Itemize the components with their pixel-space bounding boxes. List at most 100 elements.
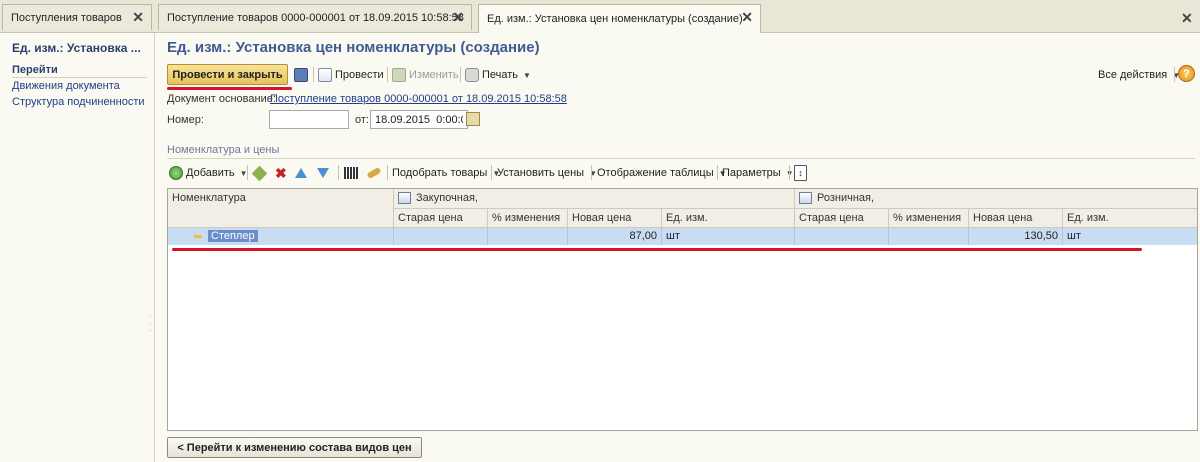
item-name: Степлер [208,230,258,242]
row-height-button[interactable]: ↕ [794,164,807,182]
delete-row-button[interactable]: ✖ [275,164,287,182]
clear-button[interactable] [366,164,382,182]
nav-title: Ед. изм.: Установка ... [12,41,141,55]
arrow-down-icon [317,168,329,178]
table-view-label: Отображение таблицы [597,167,714,179]
item-marker-icon [194,234,202,238]
tab-bar: Поступления товаров ✕ Поступление товаро… [0,0,1200,33]
add-label: Добавить [186,167,235,179]
post-button[interactable]: Провести [318,66,384,84]
nav-link-document-movements[interactable]: Движения документа [12,80,120,92]
barcode-button[interactable] [344,164,358,182]
set-prices-label: Установить цены [497,167,585,179]
parameters-button[interactable]: Параметры ▼ [722,164,794,182]
divider [247,165,248,180]
close-icon[interactable]: ✕ [452,10,464,24]
edit-button[interactable]: Изменить [392,66,459,84]
column-header-old-price[interactable]: Старая цена [795,209,889,228]
cell-change-pct[interactable] [889,228,969,245]
cell-change-pct[interactable] [488,228,568,245]
close-icon[interactable]: ✕ [132,10,144,24]
column-header-change-pct[interactable]: % изменения [488,209,568,228]
go-to-price-types-button[interactable]: < Перейти к изменению состава видов цен [167,437,422,458]
cell-new-price[interactable]: 130,50 [969,228,1063,245]
navigation-panel: Ед. изм.: Установка ... Перейти Движения… [0,33,155,462]
edit-label: Изменить [409,69,459,81]
pick-goods-button[interactable]: Подобрать товары ▼ [392,164,500,182]
column-group-purchase: Закупочная, [394,189,795,209]
table-view-button[interactable]: Отображение таблицы ▼ [597,164,727,182]
column-group-retail: Розничная, [795,189,1197,209]
barcode-icon [344,167,358,179]
basis-document-link[interactable]: Поступление товаров 0000-000001 от 18.09… [270,93,567,105]
cell-old-price[interactable] [394,228,488,245]
tab-goods-receipts[interactable]: Поступления товаров ✕ [2,4,152,30]
price-type-icon [398,192,411,205]
close-icon[interactable]: ✕ [1181,10,1193,27]
close-icon[interactable]: ✕ [741,10,753,24]
column-header-new-price[interactable]: Новая цена [969,209,1063,228]
annotation-underline [172,248,1142,251]
save-icon [294,68,308,82]
column-header-old-price[interactable]: Старая цена [394,209,488,228]
help-button[interactable]: ? [1178,65,1195,82]
date-field[interactable] [370,110,468,129]
column-header-change-pct[interactable]: % изменения [889,209,969,228]
delete-icon: ✖ [275,165,287,181]
post-and-close-button[interactable]: Провести и закрыть [167,64,288,85]
tab-goods-receipt-doc[interactable]: Поступление товаров 0000-000001 от 18.09… [158,4,472,30]
add-button[interactable]: Добавить ▼ [169,164,248,182]
tab-label: Поступление товаров 0000-000001 от 18.09… [167,11,464,24]
annotation-underline [167,87,292,90]
cell-unit[interactable]: шт [662,228,795,245]
add-icon [169,166,183,180]
command-bar: Провести и закрыть Провести Изменить Печ… [167,64,1195,90]
post-document-icon [318,68,332,82]
save-button[interactable] [294,66,308,84]
column-header-unit[interactable]: Ед. изм. [662,209,795,228]
printer-icon [465,68,479,82]
tab-label: Ед. изм.: Установка цен номенклатуры (со… [487,13,743,25]
divider [338,165,339,180]
column-group-label: Розничная, [817,192,875,204]
tab-price-setting[interactable]: Ед. изм.: Установка цен номенклатуры (со… [478,4,761,33]
table-toolbar: Добавить ▼ ✖ Подобрать товары ▼ Установи… [167,162,1195,182]
column-group-label: Закупочная, [416,192,478,204]
calendar-icon[interactable] [466,112,480,126]
column-header-unit[interactable]: Ед. изм. [1063,209,1197,228]
set-prices-button[interactable]: Установить цены ▼ [497,164,597,182]
splitter-handle[interactable]: · · · [149,313,153,335]
chevron-down-icon: ▼ [523,70,531,80]
prices-table[interactable]: Номенклатура Закупочная, Розничная, Стар… [167,188,1198,431]
cell-old-price[interactable] [795,228,889,245]
print-button[interactable]: Печать ▼ [465,66,531,84]
move-up-button[interactable] [295,164,307,182]
edit-row-button[interactable] [251,164,268,182]
divider [491,165,492,180]
all-actions-label: Все действия [1098,69,1168,81]
basis-document-label: Документ основание: [167,93,276,105]
column-header-item[interactable]: Номенклатура [168,189,394,228]
divider [387,67,388,82]
divider [387,165,388,180]
column-header-new-price[interactable]: Новая цена [568,209,662,228]
brush-icon [366,166,382,180]
nav-link-subordination-structure[interactable]: Структура подчиненности [12,96,145,108]
number-field[interactable] [269,110,349,129]
all-actions-button[interactable]: Все действия ▼ [1098,66,1180,84]
cell-unit[interactable]: шт [1063,228,1197,245]
cell-item[interactable]: Степлер [168,228,394,245]
pencil-icon [251,165,268,181]
move-down-button[interactable] [317,164,329,182]
print-label: Печать [482,69,519,81]
divider [12,77,147,78]
resize-vertical-icon: ↕ [794,165,807,181]
divider [789,165,790,180]
cell-new-price[interactable]: 87,00 [568,228,662,245]
date-label: от: [355,114,369,126]
group-title: Номенклатура и цены [167,144,280,156]
divider [717,165,718,180]
post-label: Провести [335,69,384,81]
divider [167,158,1195,159]
price-type-icon [799,192,812,205]
